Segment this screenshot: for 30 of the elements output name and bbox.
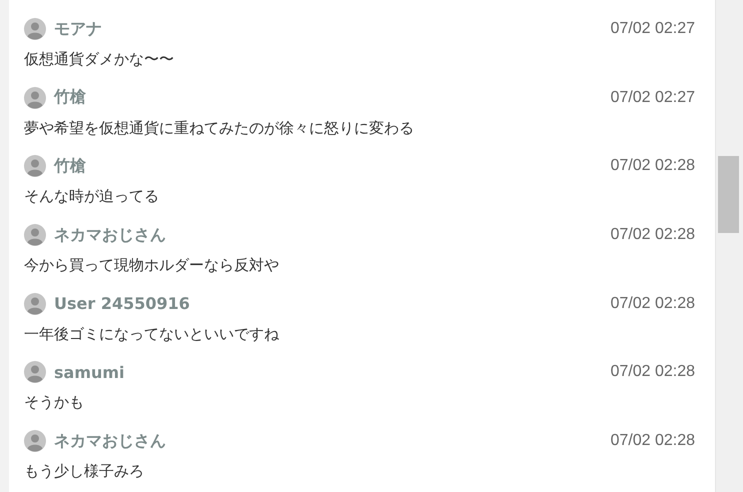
user-name: モアナ xyxy=(54,18,102,40)
avatar-icon xyxy=(24,292,46,315)
scrollbar[interactable] xyxy=(715,0,743,492)
user-name: 竹槍 xyxy=(54,87,86,108)
comment-time: 07/02 02:28 xyxy=(610,294,695,313)
comment-text: 一年後ゴミになってないといいですね xyxy=(24,324,280,345)
avatar-icon xyxy=(24,224,46,246)
avatar-icon xyxy=(24,86,46,109)
user-name: User 24550916 xyxy=(54,294,190,314)
user-name: 竹槍 xyxy=(54,156,86,177)
comment-time: 07/02 02:27 xyxy=(610,20,695,38)
avatar-icon xyxy=(24,430,46,452)
comment-time: 07/02 02:28 xyxy=(610,157,695,176)
user-name: samumi xyxy=(54,362,125,382)
comment-text: そんな時が迫ってる xyxy=(24,186,160,208)
avatar-icon xyxy=(24,361,46,384)
comment-time: 07/02 02:28 xyxy=(610,363,695,382)
comment-time: 07/02 02:27 xyxy=(610,88,695,107)
comment-text: そうかも xyxy=(24,392,85,414)
comment-text: 仮想通貨ダメかな〜〜 xyxy=(24,49,175,70)
scrollbar-thumb[interactable] xyxy=(718,156,739,233)
comment-time: 07/02 02:28 xyxy=(610,226,695,244)
avatar-icon xyxy=(24,155,46,178)
user-name: ネカマおじさん xyxy=(54,430,166,452)
comment-text: 夢や希望を仮想通貨に重ねてみたのが徐々に怒りに変わる xyxy=(24,118,415,139)
comment-time: 07/02 02:28 xyxy=(610,432,695,450)
user-name: ネカマおじさん xyxy=(54,224,166,246)
comment-text: 今から買って現物ホルダーなら反対や xyxy=(24,255,280,276)
avatar-icon xyxy=(24,18,46,40)
comment-text: もう少し様子みろ xyxy=(24,461,145,482)
